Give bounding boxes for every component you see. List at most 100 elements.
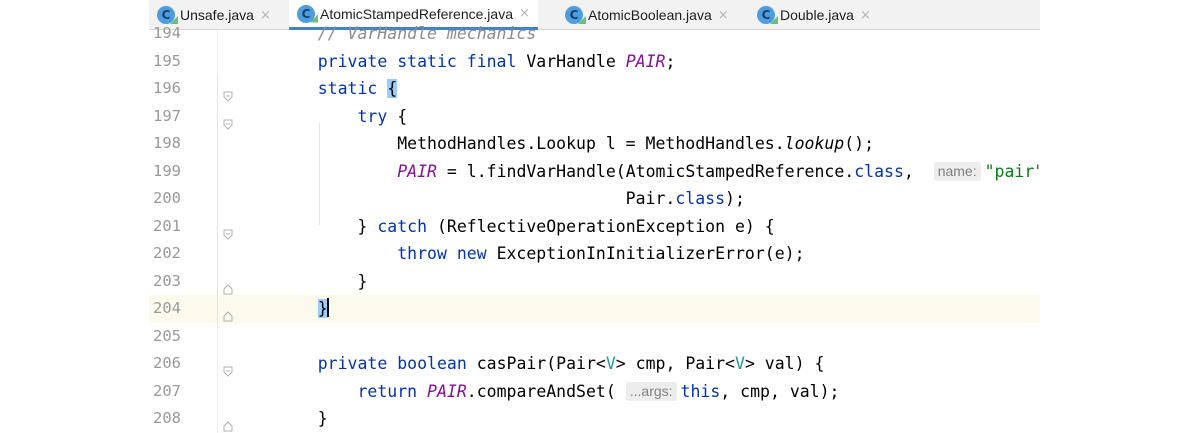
- line-number: 202: [153, 244, 181, 262]
- code-token: casPair(Pair<: [476, 354, 606, 373]
- code-editor[interactable]: C Unsafe.java × C AtomicStampedReference…: [149, 0, 1040, 433]
- code-line[interactable]: 201 } catch (ReflectiveOperationExceptio…: [149, 213, 1040, 241]
- code-text: private boolean casPair(Pair<V> cmp, Pai…: [278, 350, 825, 378]
- code-token: PAIR: [625, 51, 666, 71]
- fold-end-icon[interactable]: [223, 276, 233, 294]
- code-line[interactable]: 198 MethodHandles.Lookup l = MethodHandl…: [149, 130, 1040, 158]
- code-text: PAIR = l.findVarHandle(AtomicStampedRefe…: [278, 158, 1040, 186]
- fold-expanded-icon[interactable]: [223, 358, 233, 377]
- line-number: 204: [153, 299, 181, 317]
- indent-guide: [217, 75, 218, 323]
- code-token: this: [680, 381, 721, 401]
- code-token: return: [357, 381, 428, 401]
- line-number: 206: [153, 354, 181, 372]
- code-token: ;: [665, 51, 676, 71]
- code-line[interactable]: 194 // VarHandle mechanics: [149, 20, 1040, 48]
- indent-guide: [319, 122, 320, 225]
- screenshot-canvas: C Unsafe.java × C AtomicStampedReference…: [0, 0, 1181, 433]
- code-token: private static final: [317, 51, 527, 71]
- code-token: throw new: [397, 244, 497, 263]
- code-token: class: [675, 189, 726, 208]
- code-token: try: [357, 106, 398, 126]
- code-line[interactable]: 208 }: [149, 405, 1040, 433]
- code-text: throw new ExceptionInInitializerError(e)…: [278, 240, 805, 268]
- code-line[interactable]: 200 Pair.class);: [149, 185, 1040, 213]
- code-token: {: [387, 79, 398, 98]
- code-token: > val) {: [744, 354, 825, 373]
- parameter-hint: name:: [933, 161, 981, 181]
- line-number: 201: [153, 216, 181, 235]
- line-number: 197: [153, 106, 181, 125]
- code-line[interactable]: 195 private static final VarHandle PAIR;: [149, 48, 1040, 76]
- line-number: 194: [153, 24, 181, 42]
- code-line[interactable]: 202 throw new ExceptionInInitializerErro…: [149, 240, 1040, 268]
- code-line[interactable]: 206 private boolean casPair(Pair<V> cmp,…: [149, 350, 1040, 378]
- code-token: = l.findVarHandle(AtomicStampedReference…: [436, 161, 855, 181]
- code-text: static {: [278, 75, 398, 103]
- line-number: 198: [153, 134, 181, 152]
- code-token: > cmp, Pair<: [615, 354, 735, 373]
- code-text: MethodHandles.Lookup l = MethodHandles.l…: [278, 130, 874, 158]
- code-text: }: [278, 405, 328, 433]
- code-token: , cmp, val);: [720, 381, 840, 401]
- code-line[interactable]: 204 }: [149, 295, 1040, 323]
- code-line[interactable]: 207 return PAIR.compareAndSet( ...args: t…: [149, 378, 1040, 406]
- code-token: private boolean: [317, 354, 477, 373]
- code-token: (ReflectiveOperationException e) {: [436, 216, 775, 236]
- code-text: private static final VarHandle PAIR;: [278, 48, 676, 76]
- line-number: 199: [153, 161, 181, 180]
- line-number: 203: [153, 271, 181, 290]
- close-icon[interactable]: ×: [519, 6, 530, 21]
- fold-end-icon[interactable]: [223, 303, 233, 322]
- code-token: VarHandle: [526, 51, 626, 71]
- code-token: ,: [903, 161, 934, 181]
- code-token: ();: [844, 134, 875, 153]
- parameter-hint: ...args:: [625, 381, 677, 401]
- code-token: // VarHandle mechanics: [317, 24, 537, 43]
- code-token: V: [605, 354, 616, 373]
- line-number: 207: [153, 381, 181, 400]
- code-token: }: [278, 409, 328, 428]
- code-text: }: [278, 295, 329, 323]
- code-text: try {: [278, 103, 407, 131]
- code-text: Pair.class);: [278, 185, 745, 213]
- line-number: 200: [153, 189, 181, 207]
- code-token: Pair.: [278, 189, 676, 208]
- code-token: static: [317, 79, 388, 98]
- code-token: lookup: [784, 134, 845, 153]
- code-line[interactable]: 196 static {: [149, 75, 1040, 103]
- code-line[interactable]: 197 try {: [149, 103, 1040, 131]
- code-line[interactable]: 199 PAIR = l.findVarHandle(AtomicStamped…: [149, 158, 1040, 186]
- fold-end-icon[interactable]: [223, 413, 233, 432]
- code-text: } catch (ReflectiveOperationException e)…: [278, 213, 775, 241]
- fold-expanded-icon[interactable]: [223, 111, 233, 130]
- code-text: return PAIR.compareAndSet( ...args: this,…: [278, 378, 840, 406]
- fold-expanded-icon[interactable]: [223, 221, 233, 240]
- code-token: }: [278, 216, 378, 236]
- code-token: .compareAndSet(: [466, 381, 626, 401]
- line-number: 195: [153, 51, 181, 70]
- code-line[interactable]: 203 }: [149, 268, 1040, 296]
- code-text: }: [278, 268, 367, 296]
- fold-expanded-icon[interactable]: [223, 83, 233, 102]
- code-token: {: [397, 106, 408, 126]
- code-token: MethodHandles.Lookup l = MethodHandles.: [278, 134, 785, 153]
- code-token: ExceptionInInitializerError(e);: [496, 244, 805, 263]
- line-number: 208: [153, 409, 181, 427]
- code-token: "pair": [984, 161, 1040, 181]
- text-caret: [326, 298, 329, 317]
- code-text: // VarHandle mechanics: [278, 20, 537, 48]
- code-line[interactable]: 205: [149, 323, 1040, 351]
- code-token: V: [735, 354, 745, 373]
- line-number: 196: [153, 79, 181, 97]
- code-token: PAIR: [397, 161, 437, 181]
